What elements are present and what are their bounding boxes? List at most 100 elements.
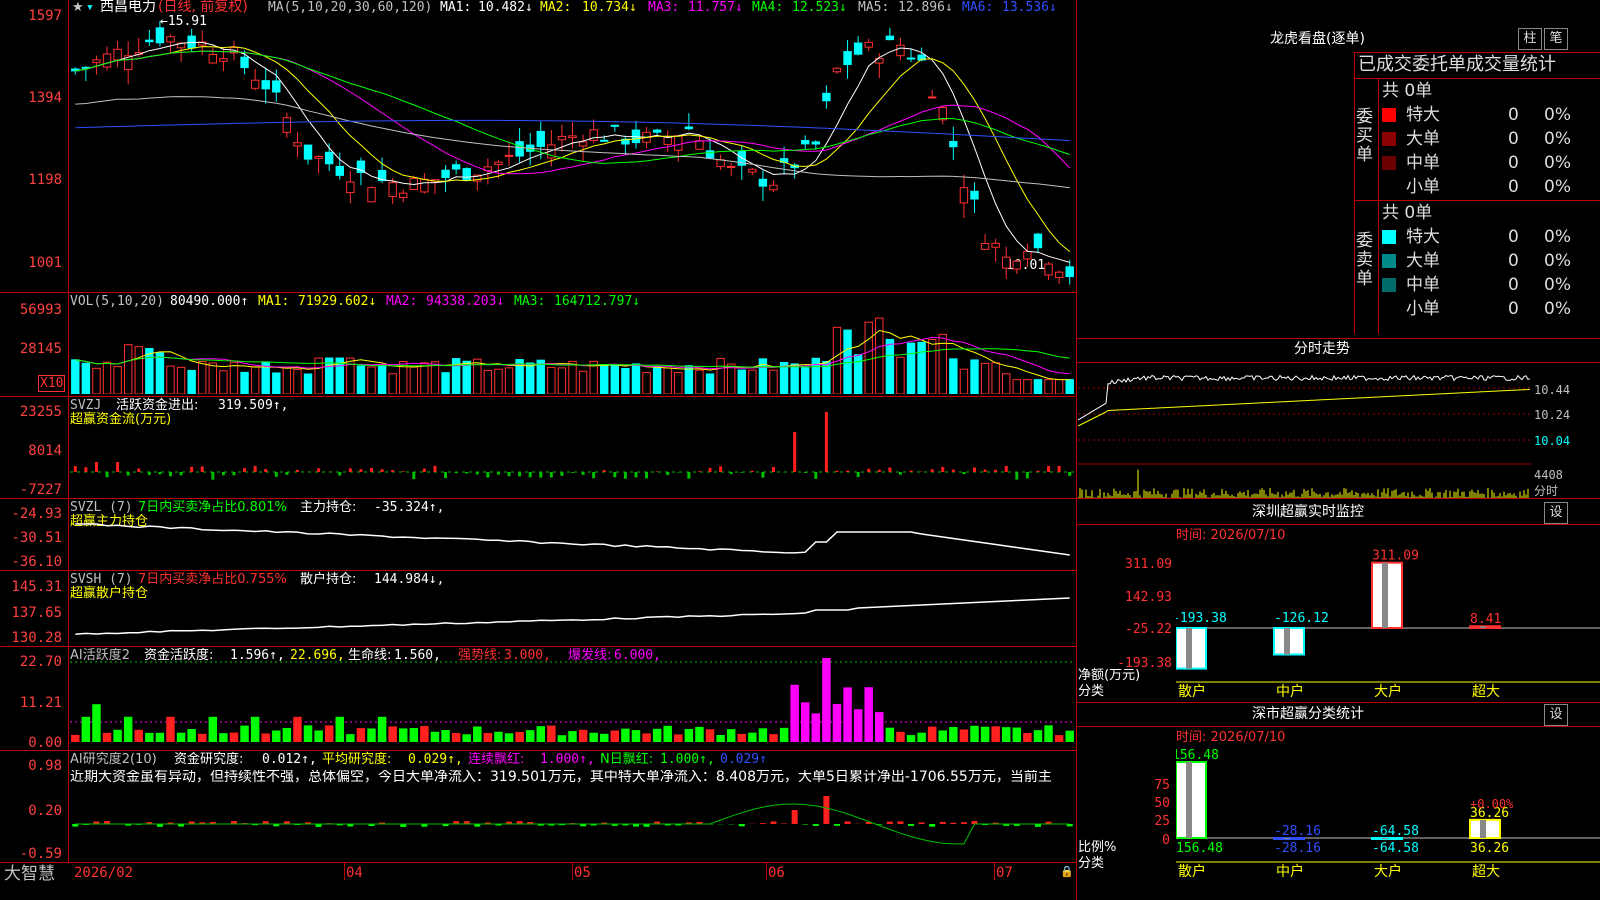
activity-bar <box>906 735 916 742</box>
y-label: 56993 <box>19 302 62 318</box>
flow-bar <box>592 472 596 479</box>
legend-swatch <box>1382 156 1396 170</box>
candle <box>748 168 757 173</box>
activity-bar <box>726 729 736 742</box>
flow-bar <box>666 472 670 476</box>
row-pct: 0% <box>1544 299 1571 319</box>
candle <box>462 168 471 181</box>
activity-bar <box>166 716 175 742</box>
volume-bar <box>917 341 926 394</box>
intraday-chart[interactable] <box>1078 364 1532 498</box>
activity-bar <box>557 735 567 742</box>
stock-period[interactable]: (日线, 前复权) <box>158 0 248 15</box>
activity-bar <box>779 727 789 742</box>
volume-bar <box>610 364 620 394</box>
flow-bar <box>528 472 532 478</box>
x-label: 05 <box>574 865 591 881</box>
flow-bar <box>814 472 818 479</box>
activity-bar <box>367 728 376 742</box>
category-label: 中户 <box>1276 863 1304 880</box>
volume-bar <box>208 362 218 394</box>
ma-line <box>75 41 1070 263</box>
volume-bars[interactable] <box>70 300 1075 394</box>
volume-bar <box>409 366 419 394</box>
candle <box>250 79 260 89</box>
volume-bar <box>864 321 873 394</box>
y-label: -30.51 <box>11 530 62 546</box>
y-label: 311.09 <box>1125 557 1172 572</box>
volume-bar <box>716 357 725 394</box>
brand-logo[interactable]: 大智慧 <box>4 864 55 884</box>
ratio-bar-chart[interactable]: 156.48 散户 -28.16 中户 -64.58 大户 36.26 超大 +0.00% 156… <box>1176 746 1600 900</box>
candle <box>261 80 270 90</box>
lock-icon[interactable]: 🔒 <box>1060 864 1074 879</box>
flow-bar <box>391 470 395 472</box>
volume-bar <box>1054 379 1064 394</box>
volume-bar <box>198 361 207 394</box>
candlestick-chart[interactable] <box>70 18 1075 290</box>
flow-bar <box>645 472 649 479</box>
monitor-time: 时间: 2026/07/10 <box>1176 528 1286 543</box>
flow-bar <box>856 472 860 477</box>
y-label: 10.24 <box>1534 408 1571 422</box>
candle <box>610 124 620 127</box>
lhb-title: 龙虎看盘(逐单) <box>1270 31 1365 47</box>
y-label: 25 <box>1154 814 1170 829</box>
ma2-label: MA2: <box>540 0 572 15</box>
flow-bar <box>697 471 701 472</box>
volume-bar <box>705 373 715 394</box>
flow-bar <box>613 472 617 478</box>
flow-bar <box>317 468 321 472</box>
net-flow-bar-chart[interactable]: -193.38 散户 -126.12 中户 311.09 大户 8.41 超大 <box>1176 544 1600 700</box>
bar-value-label: -126.12 <box>1274 611 1329 626</box>
candle <box>219 58 228 62</box>
row-vol: 0 <box>1508 177 1519 197</box>
flow-bar <box>179 472 183 476</box>
row-name: 大单 <box>1406 129 1440 149</box>
settings-button[interactable]: 设 <box>1544 704 1568 726</box>
y-label: -36.10 <box>11 554 62 570</box>
bar-mode-button[interactable]: 柱 <box>1518 28 1542 50</box>
activity-bars[interactable] <box>70 658 1075 748</box>
ma4-label: MA4: <box>752 0 784 15</box>
retail-holding-line[interactable] <box>70 586 1075 644</box>
flow-bar <box>518 472 522 477</box>
main-holding-line[interactable] <box>70 512 1075 568</box>
ma-line <box>75 50 1071 175</box>
volume-bar <box>377 364 387 394</box>
activity-bar <box>1012 727 1022 742</box>
research-bar <box>833 824 840 826</box>
candle <box>303 144 313 160</box>
flow-bar <box>475 472 479 475</box>
settings-button[interactable]: 设 <box>1544 502 1568 524</box>
flow-bar <box>909 470 913 472</box>
row-name: 特大 <box>1406 227 1440 247</box>
flow-bar <box>338 472 342 476</box>
row-name: 大单 <box>1406 251 1440 271</box>
flow-bar <box>750 470 754 472</box>
buy-side-label: 委买单 <box>1356 107 1373 165</box>
flow-bar <box>274 472 278 477</box>
classify-time: 时间: 2026/07/10 <box>1176 730 1286 745</box>
activity-bar <box>441 730 450 742</box>
research-chart[interactable] <box>70 788 1075 860</box>
trade-mode-button[interactable]: 笔 <box>1544 28 1568 50</box>
activity-bar <box>1044 725 1053 742</box>
capital-flow-bars[interactable] <box>70 400 1075 496</box>
classify-title: 深市超赢分类统计 <box>1252 706 1364 722</box>
volume-bar <box>525 362 535 394</box>
candle <box>92 59 101 64</box>
divider <box>1354 200 1600 201</box>
candle <box>324 151 334 165</box>
activity-bar <box>473 726 482 742</box>
star-icon[interactable]: ★ <box>72 0 84 15</box>
volume-bar <box>367 366 376 394</box>
legend-swatch <box>1382 108 1396 122</box>
flow-bar <box>412 472 416 480</box>
ai-research-title: AI研究度2(10) <box>70 752 157 767</box>
row-pct: 0% <box>1544 275 1571 295</box>
divider <box>1076 726 1600 727</box>
candle <box>557 135 567 141</box>
row-pct: 0% <box>1544 227 1571 247</box>
dropdown-triangle-icon[interactable]: ▾ <box>86 0 94 15</box>
